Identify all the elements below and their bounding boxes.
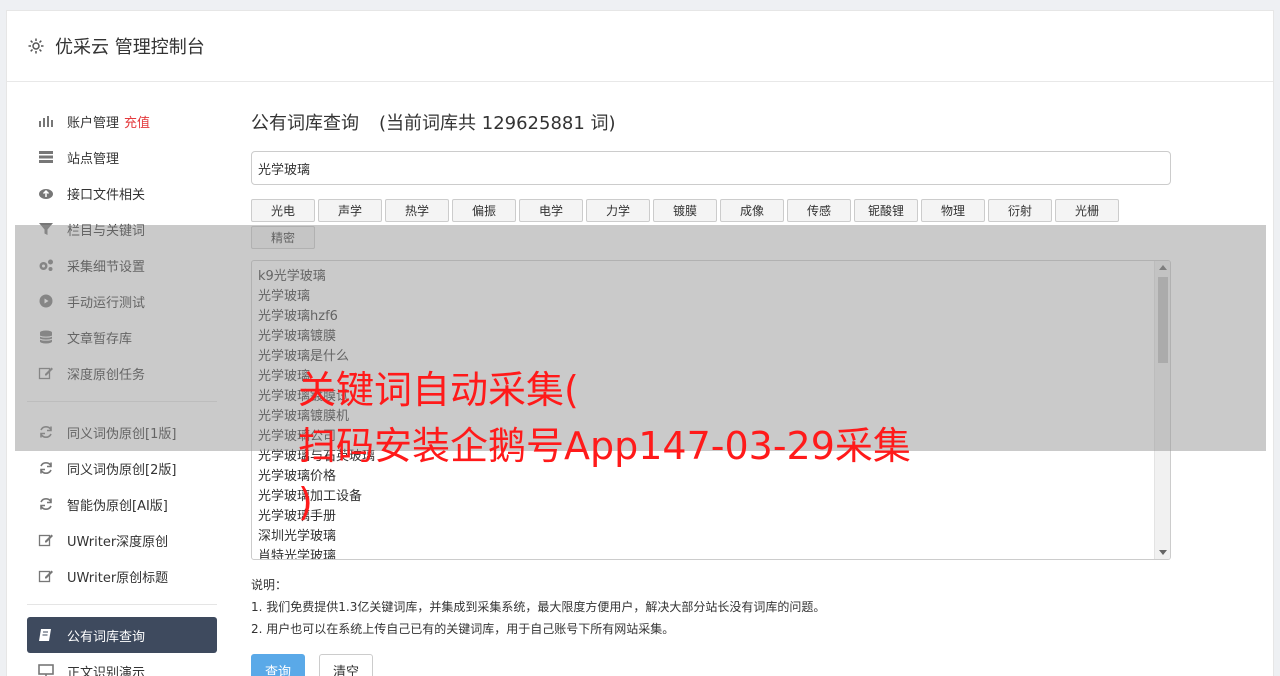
recharge-link[interactable]: 充值 [124, 112, 150, 131]
watermark-line: 关键词自动采集( [298, 368, 579, 412]
note-line: 1. 我们免费提供1.3亿关键词库，并集成到采集系统，最大限度方便用户，解决大部… [251, 600, 826, 614]
sidebar-item-public-lexicon[interactable]: 公有词库查询 [27, 617, 217, 653]
edit-icon [37, 568, 55, 584]
refresh-icon [37, 496, 55, 512]
tag-button[interactable]: 衍射 [988, 199, 1052, 222]
sidebar-item-account[interactable]: 账户管理 充值 [27, 103, 217, 139]
bar-chart-icon [37, 113, 55, 129]
tag-button[interactable]: 光电 [251, 199, 315, 222]
sidebar-item-interface-files[interactable]: 接口文件相关 [27, 175, 217, 211]
clear-button[interactable]: 清空 [319, 654, 373, 676]
form-actions: 查询 清空 [251, 654, 1171, 676]
monitor-icon [37, 663, 55, 676]
server-icon [37, 149, 55, 165]
watermark-line: 扫码安装企鹅号App147-03-29采集 [298, 424, 911, 468]
section-heading: 公有词库查询 (当前词库共 129625881 词) [251, 109, 1171, 135]
lexicon-count: (当前词库共 129625881 词) [379, 113, 616, 134]
refresh-icon [37, 460, 55, 476]
sidebar-item-label: 智能伪原创[AI版] [67, 498, 168, 514]
query-button[interactable]: 查询 [251, 654, 305, 676]
keyword-search-input[interactable] [251, 151, 1171, 185]
watermark-text: 关键词自动采集( 扫码安装企鹅号App147-03-29采集 ) [298, 362, 1018, 530]
sidebar-item-label: 正文识别演示 [67, 665, 146, 676]
tag-button[interactable]: 力学 [586, 199, 650, 222]
book-icon [37, 627, 55, 643]
note-line: 2. 用户也可以在系统上传自己已有的关键词库，用于自己账号下所有网站采集。 [251, 622, 675, 636]
list-item[interactable]: 肖特光学玻璃 [258, 547, 1164, 559]
sidebar-item-label: UWriter深度原创 [67, 534, 169, 550]
edit-icon [37, 532, 55, 548]
sidebar-divider [27, 604, 217, 605]
sidebar-item-uwriter-deep[interactable]: UWriter深度原创 [27, 522, 217, 558]
cloud-upload-icon [37, 185, 55, 201]
notes-title: 说明： [251, 578, 288, 592]
tag-button[interactable]: 声学 [318, 199, 382, 222]
tag-button[interactable]: 光栅 [1055, 199, 1119, 222]
watermark-line: ) [298, 480, 313, 524]
list-item[interactable]: 深圳光学玻璃 [258, 527, 1164, 547]
description-notes: 说明： 1. 我们免费提供1.3亿关键词库，并集成到采集系统，最大限度方便用户，… [251, 574, 1171, 640]
gear-icon [27, 37, 45, 55]
tag-button[interactable]: 偏振 [452, 199, 516, 222]
tag-button[interactable]: 热学 [385, 199, 449, 222]
sidebar-item-label: 同义词伪原创[2版] [67, 462, 177, 478]
sidebar-item-label: 站点管理 [67, 151, 120, 167]
tag-button[interactable]: 成像 [720, 199, 784, 222]
sidebar-item-synonym-v2[interactable]: 同义词伪原创[2版] [27, 450, 217, 486]
sidebar-item-label: 账户管理 [67, 115, 120, 131]
sidebar-item-ai-rewrite[interactable]: 智能伪原创[AI版] [27, 486, 217, 522]
page-title: 优采云 管理控制台 [55, 37, 205, 58]
sidebar-item-label: UWriter原创标题 [67, 570, 169, 586]
scroll-down-icon[interactable] [1159, 550, 1167, 555]
heading-title: 公有词库查询 [251, 113, 359, 134]
header: 优采云 管理控制台 [7, 11, 1273, 82]
tag-button[interactable]: 镀膜 [653, 199, 717, 222]
sidebar-item-uwriter-title[interactable]: UWriter原创标题 [27, 558, 217, 594]
tag-button[interactable]: 电学 [519, 199, 583, 222]
sidebar-item-text-recognition[interactable]: 正文识别演示 [27, 653, 217, 676]
tag-button[interactable]: 物理 [921, 199, 985, 222]
sidebar-item-sites[interactable]: 站点管理 [27, 139, 217, 175]
tag-button[interactable]: 铌酸锂 [854, 199, 918, 222]
sidebar-item-label: 接口文件相关 [67, 187, 146, 203]
tag-button[interactable]: 传感 [787, 199, 851, 222]
sidebar-item-label: 公有词库查询 [67, 629, 146, 645]
